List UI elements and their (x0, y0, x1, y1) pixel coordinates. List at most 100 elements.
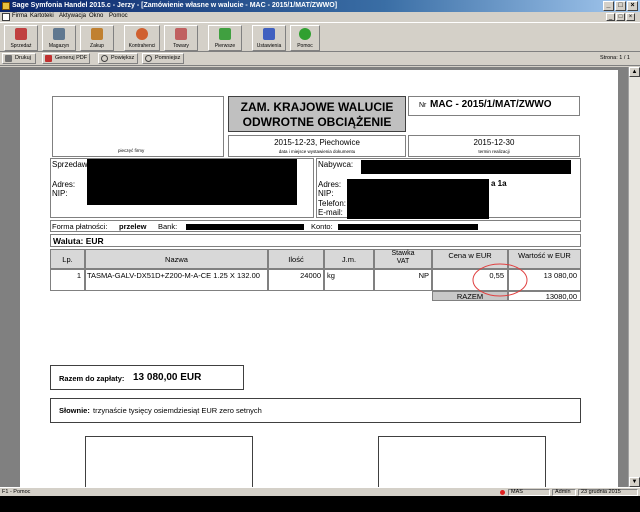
pdf-label: Generuj PDF (55, 55, 88, 61)
sales-icon (15, 28, 27, 40)
razem-value: 13080,00 (545, 292, 577, 301)
col-cena-label: Cena w EUR (448, 251, 492, 260)
zoom-in-button[interactable]: Powiększ (98, 53, 138, 64)
towary-button[interactable]: Towary (164, 25, 198, 51)
stamp-caption: pieczęć firmy (118, 148, 145, 153)
col-vat-label: Stawka VAT (391, 250, 415, 265)
payment-label: Forma płatności: (52, 222, 108, 231)
preview-toolbar: Drukuj Generuj PDF Powiększ Pomniejsz St… (0, 52, 640, 66)
due-date-box: 2015-12-30 termin realizacji (408, 135, 580, 157)
currency-label: Waluta: EUR (53, 236, 104, 246)
sprzedaz-label: Sprzedaż (10, 43, 32, 49)
seller-redaction (87, 159, 297, 205)
ustawienia-button[interactable]: Ustawienia (252, 25, 286, 51)
menu-aktywacja[interactable]: Aktywacja (59, 13, 86, 19)
zoom-out-button[interactable]: Pomniejsz (142, 53, 184, 64)
cell-jm: kg (324, 269, 374, 291)
seller-address-label: Adres: (52, 180, 76, 189)
pdf-button[interactable]: Generuj PDF (42, 53, 90, 64)
minimize-button[interactable]: _ (603, 1, 614, 11)
cell-nazwa: TASMA-GALV-DX51D+Z200-M-A-CE 1.25 X 132.… (85, 269, 268, 291)
sprzedaz-button[interactable]: Sprzedaż (4, 25, 38, 51)
payment-value: przelew (119, 222, 147, 231)
goods-icon (175, 28, 187, 40)
buyer-address-label: Adres: (318, 180, 342, 189)
signature-box-left (85, 436, 253, 488)
buyer-address-redaction (347, 179, 489, 219)
bank-redaction (186, 224, 304, 230)
col-jm: J.m. (324, 249, 374, 269)
pomoc-button[interactable]: Pomoc (290, 25, 320, 51)
col-ilosc-label: Ilość (288, 255, 304, 264)
menu-pomoc[interactable]: Pomoc (109, 13, 128, 19)
help-icon (299, 28, 311, 40)
status-bar: F1 - Pomoc MAS Admin 23 grudnia 2015 (0, 487, 640, 496)
zakup-label: Zakup (90, 43, 104, 49)
print-button[interactable]: Drukuj (2, 53, 36, 64)
mdi-close-button[interactable]: × (626, 13, 635, 21)
magazyn-button[interactable]: Magazyn (42, 25, 76, 51)
zakup-button[interactable]: Zakup (80, 25, 114, 51)
scroll-up-icon[interactable]: ▲ (629, 67, 640, 77)
buyer-label: Nabywca: (318, 160, 354, 169)
signature-box-right (378, 436, 546, 488)
menu-kartoteki[interactable]: Kartoteki (30, 13, 54, 19)
to-pay-label: Razem do zapłaty: (59, 374, 125, 383)
col-wartosc-label: Wartość w EUR (518, 251, 571, 260)
col-lp-label: Lp. (62, 255, 73, 264)
in-words-box: Słownie: trzynaście tysięcy osiemdziesią… (50, 398, 581, 423)
issue-date: 2015-12-23, Piechowice (274, 138, 360, 147)
mdi-restore-button[interactable]: □ (616, 13, 625, 21)
due-date: 2015-12-30 (473, 138, 515, 147)
to-pay-value: 13 080,00 EUR (133, 372, 202, 383)
col-jm-label: J.m. (341, 255, 357, 264)
main-toolbar: Sprzedaż Magazyn Zakup Kontrahenci Towar… (0, 22, 640, 52)
payment-row: Forma płatności: przelew Bank: Konto: (50, 220, 581, 232)
app-icon (2, 2, 10, 10)
first-steps-icon (219, 28, 231, 40)
magazyn-label: Magazyn (48, 43, 70, 49)
kontrahenci-label: Kontrahenci (128, 43, 156, 49)
close-button[interactable]: × (627, 1, 638, 11)
cell-ilosc-value: 24000 (300, 271, 321, 280)
col-nazwa-label: Nazwa (165, 255, 188, 264)
konto-label: Konto: (311, 222, 333, 231)
menu-firma[interactable]: Firma (12, 13, 27, 19)
annotation-circle (472, 263, 528, 297)
maximize-button[interactable]: □ (615, 1, 626, 11)
status-indicator-icon (500, 490, 505, 495)
buyer-address-tail: a 1a (491, 179, 507, 188)
document-title-box: ZAM. KRAJOWE WALUCIE ODWROTNE OBCIĄŻENIE (228, 96, 406, 132)
page-info: Strona: 1 / 1 (600, 55, 630, 61)
seller-nip-label: NIP: (52, 189, 68, 198)
document-number: MAC - 2015/1/MAT/ZWWO (430, 99, 552, 110)
seller-box: Sprzedawca: Adres: NIP: (50, 158, 314, 218)
ustawienia-label: Ustawienia (256, 43, 282, 49)
col-nazwa: Nazwa (85, 249, 268, 269)
cell-wartosc-value: 13 080,00 (543, 271, 577, 280)
buyer-phone-label: Telefon: (318, 199, 347, 208)
in-words-value: trzynaście tysięcy osiemdziesiąt EUR zer… (93, 406, 262, 415)
print-label: Drukuj (15, 55, 31, 61)
buyer-nip-label: NIP: (318, 189, 334, 198)
scroll-down-icon[interactable]: ▼ (629, 477, 640, 487)
in-words-label: Słownie: (59, 406, 90, 415)
cell-vat: NP (374, 269, 432, 291)
purchase-icon (91, 28, 103, 40)
pomoc-label: Pomoc (297, 43, 313, 49)
zoom-out-label: Pomniejsz (155, 55, 181, 61)
mdi-minimize-button[interactable]: _ (606, 13, 615, 21)
due-caption: termin realizacji (478, 149, 510, 154)
status-date: 23 grudnia 2015 (578, 489, 638, 496)
document-icon (2, 13, 10, 21)
vertical-scrollbar[interactable]: ▲ ▼ (628, 67, 640, 487)
menu-okno[interactable]: Okno (89, 13, 103, 19)
buyer-name-redaction (361, 160, 571, 174)
issue-caption: data i miejsce wystawienia dokumentu (278, 149, 356, 154)
col-lp: Lp. (50, 249, 85, 269)
pierwsze-kroki-button[interactable]: Pierwsze (208, 25, 242, 51)
title-bar: Sage Symfonia Handel 2015.c - Jerzy - [Z… (0, 0, 640, 12)
kontrahenci-button[interactable]: Kontrahenci (124, 25, 160, 51)
pierwsze-label: Pierwsze (214, 43, 236, 49)
zoom-out-icon (145, 55, 152, 62)
